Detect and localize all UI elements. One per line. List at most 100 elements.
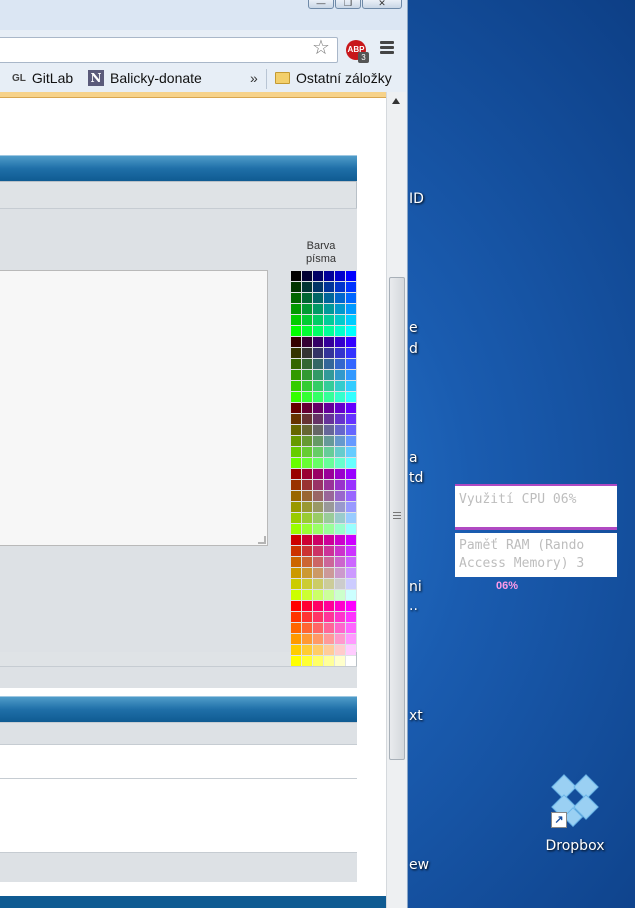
color-swatch[interactable] — [335, 645, 345, 655]
color-swatch[interactable] — [324, 557, 334, 567]
color-swatch[interactable] — [313, 656, 323, 666]
color-swatch[interactable] — [335, 392, 345, 402]
color-swatch[interactable] — [313, 623, 323, 633]
menu-icon[interactable] — [380, 41, 394, 55]
color-swatch[interactable] — [346, 359, 356, 369]
bookmark-balicky-donate[interactable]: N Balicky-donate — [88, 70, 202, 86]
color-swatch[interactable] — [335, 304, 345, 314]
color-swatch[interactable] — [291, 612, 301, 622]
color-swatch[interactable] — [324, 271, 334, 281]
color-swatch[interactable] — [335, 634, 345, 644]
color-swatch[interactable] — [291, 491, 301, 501]
color-swatch[interactable] — [291, 535, 301, 545]
ram-usage-gadget[interactable]: Paměť RAM (Rando Access Memory) 3 — [455, 533, 617, 577]
color-swatch[interactable] — [335, 568, 345, 578]
color-swatch[interactable] — [313, 425, 323, 435]
desktop-label-fragment[interactable]: ni — [409, 579, 422, 595]
color-swatch[interactable] — [313, 502, 323, 512]
color-swatch[interactable] — [324, 315, 334, 325]
color-swatch[interactable] — [324, 326, 334, 336]
vertical-scrollbar[interactable] — [386, 92, 406, 908]
color-swatch[interactable] — [324, 337, 334, 347]
color-swatch[interactable] — [313, 282, 323, 292]
color-swatch[interactable] — [335, 370, 345, 380]
color-swatch[interactable] — [335, 425, 345, 435]
color-swatch[interactable] — [346, 337, 356, 347]
color-swatch[interactable] — [313, 601, 323, 611]
color-swatch[interactable] — [335, 469, 345, 479]
color-swatch[interactable] — [302, 370, 312, 380]
color-swatch[interactable] — [313, 513, 323, 523]
color-swatch[interactable] — [302, 480, 312, 490]
color-swatch[interactable] — [302, 546, 312, 556]
color-swatch[interactable] — [291, 436, 301, 446]
color-swatch[interactable] — [302, 502, 312, 512]
address-bar[interactable] — [0, 37, 338, 63]
color-swatch[interactable] — [335, 315, 345, 325]
color-swatch[interactable] — [302, 612, 312, 622]
color-swatch[interactable] — [346, 656, 356, 666]
color-swatch[interactable] — [346, 623, 356, 633]
color-swatch[interactable] — [291, 337, 301, 347]
color-swatch[interactable] — [302, 579, 312, 589]
color-swatch[interactable] — [313, 359, 323, 369]
other-bookmarks-folder[interactable]: Ostatní záložky — [275, 70, 392, 86]
color-swatch[interactable] — [302, 513, 312, 523]
color-swatch[interactable] — [302, 414, 312, 424]
color-swatch[interactable] — [313, 348, 323, 358]
color-swatch[interactable] — [302, 293, 312, 303]
color-swatch[interactable] — [302, 447, 312, 457]
maximize-button[interactable]: ❐ — [335, 0, 361, 9]
color-swatch[interactable] — [302, 436, 312, 446]
color-swatch[interactable] — [313, 645, 323, 655]
color-swatch[interactable] — [324, 645, 334, 655]
color-swatch[interactable] — [302, 337, 312, 347]
color-swatch[interactable] — [324, 381, 334, 391]
color-swatch[interactable] — [346, 524, 356, 534]
color-swatch[interactable] — [291, 326, 301, 336]
color-swatch[interactable] — [324, 403, 334, 413]
color-swatch[interactable] — [346, 381, 356, 391]
color-swatch[interactable] — [335, 546, 345, 556]
color-swatch[interactable] — [302, 271, 312, 281]
message-textarea[interactable] — [0, 270, 268, 546]
color-swatch[interactable] — [313, 458, 323, 468]
color-swatch[interactable] — [324, 436, 334, 446]
color-swatch[interactable] — [335, 601, 345, 611]
color-swatch[interactable] — [302, 535, 312, 545]
desktop-label-fragment[interactable]: e — [409, 320, 418, 336]
color-swatch[interactable] — [335, 458, 345, 468]
color-swatch[interactable] — [291, 579, 301, 589]
color-swatch[interactable] — [346, 601, 356, 611]
color-swatch[interactable] — [346, 590, 356, 600]
color-swatch[interactable] — [335, 326, 345, 336]
color-swatch[interactable] — [324, 546, 334, 556]
color-swatch[interactable] — [291, 447, 301, 457]
color-swatch[interactable] — [302, 524, 312, 534]
color-swatch[interactable] — [324, 370, 334, 380]
color-swatch[interactable] — [324, 568, 334, 578]
color-swatch[interactable] — [302, 381, 312, 391]
color-swatch[interactable] — [291, 271, 301, 281]
color-swatch[interactable] — [346, 634, 356, 644]
color-swatch[interactable] — [313, 337, 323, 347]
color-swatch[interactable] — [346, 513, 356, 523]
resize-handle-icon[interactable] — [258, 536, 266, 544]
desktop-label-fragment[interactable]: a — [409, 450, 418, 466]
color-swatch[interactable] — [324, 491, 334, 501]
desktop-label-fragment[interactable]: d — [409, 341, 418, 357]
color-swatch[interactable] — [291, 370, 301, 380]
color-swatch[interactable] — [324, 392, 334, 402]
color-swatch[interactable] — [324, 304, 334, 314]
color-swatch[interactable] — [291, 414, 301, 424]
color-swatch[interactable] — [335, 579, 345, 589]
color-swatch[interactable] — [335, 491, 345, 501]
color-swatch[interactable] — [313, 392, 323, 402]
color-swatch[interactable] — [346, 568, 356, 578]
color-swatch[interactable] — [302, 359, 312, 369]
color-swatch[interactable] — [313, 469, 323, 479]
color-swatch[interactable] — [324, 425, 334, 435]
dropbox-shortcut[interactable]: ↗ Dropbox — [540, 772, 610, 854]
color-swatch[interactable] — [302, 557, 312, 567]
color-swatch[interactable] — [291, 348, 301, 358]
